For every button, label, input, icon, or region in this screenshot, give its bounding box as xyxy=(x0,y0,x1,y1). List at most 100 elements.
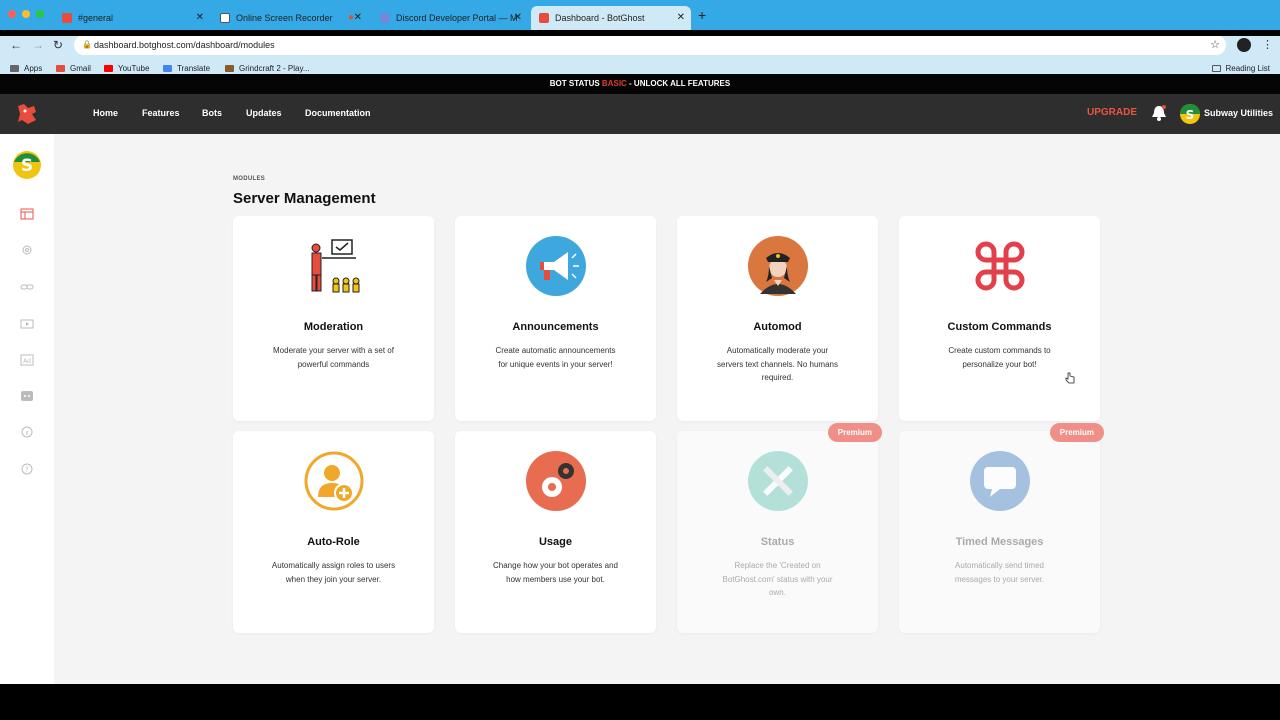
upgrade-button[interactable]: UPGRADE xyxy=(1087,107,1137,118)
media-icon[interactable] xyxy=(20,318,34,330)
server-avatar[interactable]: S xyxy=(1180,104,1200,124)
grindcraft-icon xyxy=(225,65,234,72)
status-suffix: - UNLOCK ALL FEATURES xyxy=(629,79,731,88)
apps-grid-icon xyxy=(10,65,19,72)
premium-badge: Premium xyxy=(1049,423,1104,442)
subway-logo-icon: S xyxy=(1180,104,1200,122)
discord-favicon-icon xyxy=(62,13,72,23)
browser-tab[interactable]: #general ✕ xyxy=(54,6,210,30)
bookmark-translate[interactable]: Translate xyxy=(163,64,210,73)
close-window-dot[interactable] xyxy=(8,10,16,18)
module-name: Custom Commands xyxy=(947,321,1052,333)
forward-icon[interactable]: → xyxy=(32,38,44,52)
browser-tab[interactable]: Online Screen Recorder ● ✕ xyxy=(212,6,368,30)
module-card-auto-role[interactable]: Auto-Role Automatically assign roles to … xyxy=(233,431,434,633)
nav-bots[interactable]: Bots xyxy=(202,108,222,118)
module-card-automod[interactable]: Automod Automatically moderate your serv… xyxy=(677,216,878,421)
discord-icon[interactable] xyxy=(20,390,34,402)
youtube-icon xyxy=(104,65,113,72)
module-description: Automatically send timed messages to you… xyxy=(954,561,1045,584)
module-description: Create automatic announcements for uniqu… xyxy=(495,346,616,369)
profile-avatar[interactable] xyxy=(1237,38,1251,52)
sidebar: S Ad ? xyxy=(0,134,54,684)
minimize-window-dot[interactable] xyxy=(22,10,30,18)
tab-title: Discord Developer Portal — M xyxy=(396,13,518,23)
top-navbar: Home Features Bots Updates Documentation… xyxy=(0,94,1280,134)
page-title: Server Management xyxy=(233,190,376,207)
botghost-logo-icon[interactable] xyxy=(14,102,40,126)
recorder-favicon-icon xyxy=(220,13,230,23)
tab-title: Dashboard - BotGhost xyxy=(555,13,645,23)
reload-icon[interactable]: ↻ xyxy=(53,38,63,52)
address-bar-row: ← → ↻ 🔒 dashboard.botghost.com/dashboard… xyxy=(0,36,1280,60)
module-description: Create custom commands to personalize yo… xyxy=(948,346,1051,369)
nav-updates[interactable]: Updates xyxy=(246,108,282,118)
bookmark-label: Apps xyxy=(24,64,43,73)
browser-tab-strip: #general ✕ Online Screen Recorder ● ✕ Di… xyxy=(0,0,1280,30)
moderation-icon xyxy=(311,239,360,293)
bookmark-youtube[interactable]: YouTube xyxy=(104,64,149,73)
reading-list[interactable]: Reading List xyxy=(1211,64,1270,73)
maximize-window-dot[interactable] xyxy=(36,10,44,18)
dashboard-icon[interactable] xyxy=(20,208,34,220)
module-card-timed-messages[interactable]: Premium Timed Messages Automatically sen… xyxy=(899,423,1104,633)
link-icon[interactable] xyxy=(20,281,34,293)
nav-documentation[interactable]: Documentation xyxy=(305,108,371,118)
hand-cursor-icon xyxy=(1065,372,1075,384)
info-icon[interactable] xyxy=(20,426,34,438)
nav-home[interactable]: Home xyxy=(93,108,118,118)
close-tab-icon[interactable]: ✕ xyxy=(514,12,522,23)
bookmark-apps[interactable]: Apps xyxy=(10,64,42,73)
tab-title: #general xyxy=(78,13,114,23)
new-tab-button[interactable]: + xyxy=(698,7,706,23)
close-tab-icon[interactable]: ✕ xyxy=(677,12,685,23)
module-name: Moderation xyxy=(303,321,364,333)
module-card-moderation[interactable]: Moderation Moderate your server with a s… xyxy=(233,216,434,421)
gmail-icon xyxy=(56,65,65,72)
svg-text:?: ? xyxy=(25,466,29,474)
nav-features[interactable]: Features xyxy=(142,108,180,118)
svg-text:S: S xyxy=(21,156,33,176)
help-icon[interactable]: ? xyxy=(20,463,34,475)
module-card-custom-commands[interactable]: Custom Commands Create custom commands t… xyxy=(899,216,1100,421)
bookmark-label: Gmail xyxy=(70,64,91,73)
reading-list-icon xyxy=(1211,65,1221,72)
ad-icon[interactable]: Ad xyxy=(20,354,34,366)
bookmark-label: Grindcraft 2 - Play... xyxy=(239,64,310,73)
back-icon[interactable]: ← xyxy=(10,38,22,52)
police-officer-icon xyxy=(748,236,808,296)
close-tab-icon[interactable]: ✕ xyxy=(354,12,362,23)
botghost-favicon-icon xyxy=(539,13,549,23)
url-field[interactable]: 🔒 dashboard.botghost.com/dashboard/modul… xyxy=(74,36,1226,55)
svg-text:S: S xyxy=(1186,108,1195,122)
module-card-announcements[interactable]: Announcements Create automatic announcem… xyxy=(455,216,656,421)
translate-icon xyxy=(163,65,172,72)
settings-gear-icon[interactable] xyxy=(20,244,34,256)
module-description: Automatically assign roles to users when… xyxy=(271,561,396,584)
status-prefix: BOT STATUS xyxy=(549,79,600,88)
bookmark-star-icon[interactable]: ☆ xyxy=(1210,36,1220,55)
browser-window: ← → ↻ 🔒 dashboard.botghost.com/dashboard… xyxy=(0,36,1280,684)
reading-list-label: Reading List xyxy=(1225,64,1270,73)
module-card-usage[interactable]: Usage Change how your bot operates and h… xyxy=(455,431,656,633)
discord-dev-favicon-icon xyxy=(380,13,390,23)
status-plan: BASIC xyxy=(601,79,627,88)
server-name[interactable]: Subway Utilities xyxy=(1204,108,1273,118)
bookmark-gmail[interactable]: Gmail xyxy=(56,64,91,73)
url-text: dashboard.botghost.com/dashboard/modules xyxy=(94,40,275,50)
bot-status-banner[interactable]: BOT STATUS BASIC - UNLOCK ALL FEATURES xyxy=(0,74,1280,94)
command-key-icon xyxy=(975,241,1025,291)
browser-tab[interactable]: Discord Developer Portal — M ✕ xyxy=(372,6,528,30)
gears-icon xyxy=(526,451,586,511)
notification-bell-icon[interactable] xyxy=(1151,104,1167,122)
module-name: Usage xyxy=(538,536,573,548)
module-name: Timed Messages xyxy=(955,536,1044,548)
breadcrumb: MODULES xyxy=(233,176,266,182)
module-card-status[interactable]: Premium Status Replace the 'Created on B… xyxy=(677,423,882,633)
browser-menu-icon[interactable]: ⋮ xyxy=(1262,38,1273,51)
close-tab-icon[interactable]: ✕ xyxy=(196,12,204,23)
add-user-icon xyxy=(304,451,364,511)
browser-tab-active[interactable]: Dashboard - BotGhost ✕ xyxy=(531,6,691,30)
bookmark-grindcraft[interactable]: Grindcraft 2 - Play... xyxy=(225,64,310,73)
server-logo-icon[interactable]: S xyxy=(12,150,42,180)
